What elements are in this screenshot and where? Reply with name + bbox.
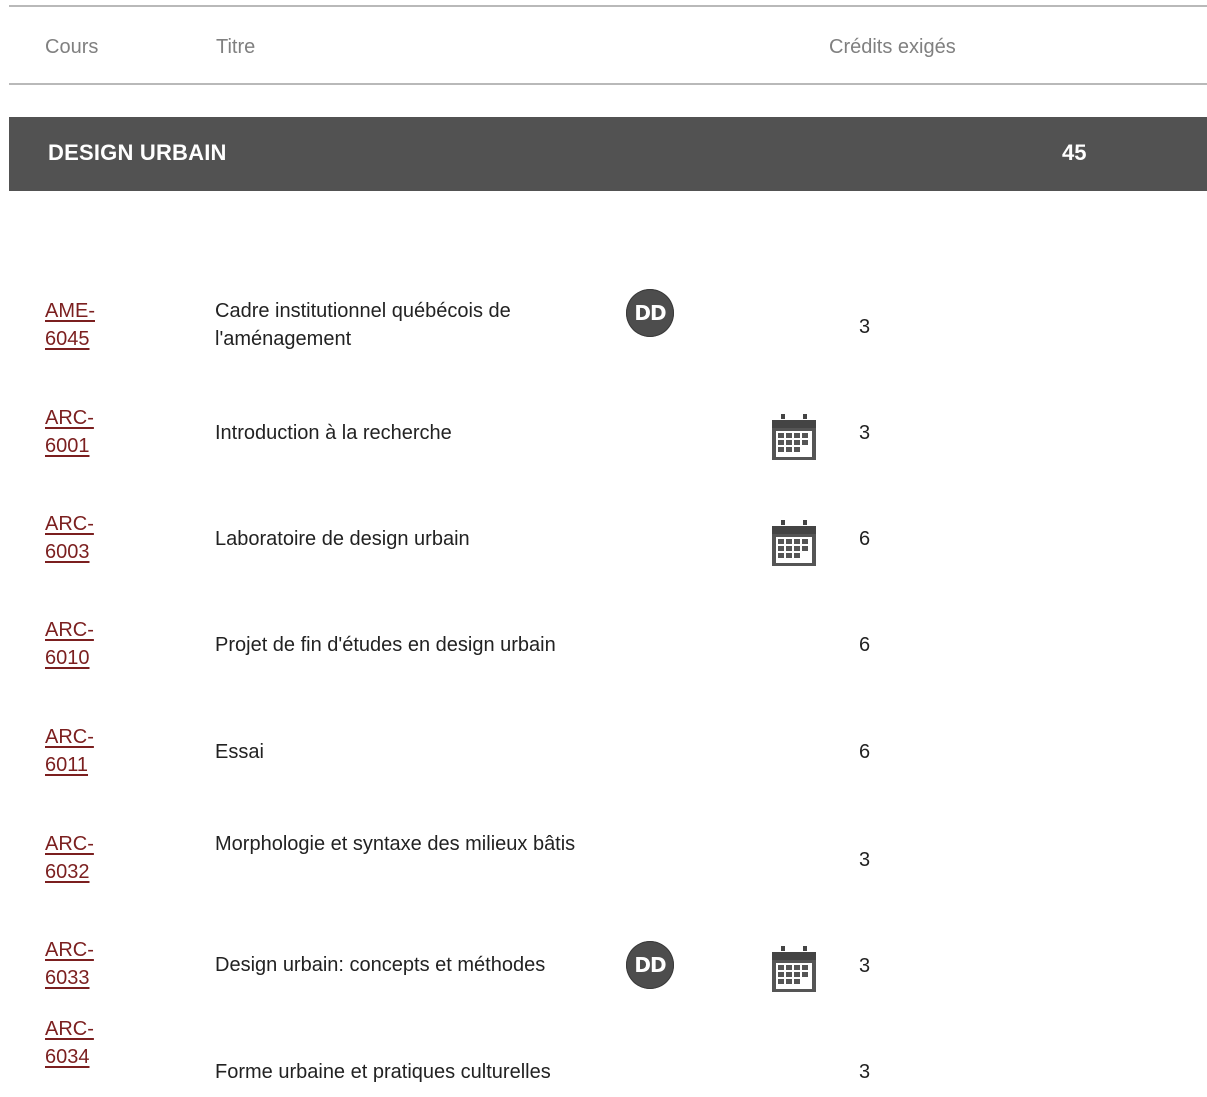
course-row: ARC- 6001 Introduction à la recherche 3 xyxy=(9,386,1207,482)
table-header: Cours Titre Crédits exigés xyxy=(9,7,1207,85)
course-code-prefix: ARC- xyxy=(45,407,94,429)
course-list-page: Cours Titre Crédits exigés DESIGN URBAIN… xyxy=(0,0,1207,1097)
course-code-link[interactable]: ARC- 6001 xyxy=(45,404,135,460)
course-code-number: 6045 xyxy=(45,328,90,350)
course-credits: 3 xyxy=(859,955,871,977)
course-row: ARC- 6011 Essai 6 xyxy=(9,705,1207,801)
course-code-number: 6011 xyxy=(45,754,89,776)
course-credits: 3 xyxy=(859,422,871,444)
section-credits: 45 xyxy=(1062,140,1087,165)
column-header-titre: Titre xyxy=(216,36,256,58)
calendar-icon[interactable] xyxy=(772,520,816,566)
course-title: Forme urbaine et pratiques culturelles xyxy=(215,1061,551,1083)
course-code-prefix: ARC- xyxy=(45,513,94,535)
column-header-credits: Crédits exigés xyxy=(829,36,956,58)
course-code-prefix: ARC- xyxy=(45,1018,94,1040)
course-code-number: 6001 xyxy=(45,435,90,457)
section-header: DESIGN URBAIN 45 xyxy=(9,117,1207,191)
course-credits: 6 xyxy=(859,634,871,656)
course-credits: 6 xyxy=(859,741,871,763)
course-row: ARC- 6010 Projet de fin d'études en desi… xyxy=(9,598,1207,694)
course-code-link[interactable]: ARC- 6034 xyxy=(45,1015,135,1071)
course-row: AME- 6045 Cadre institutionnel québécois… xyxy=(9,279,1207,375)
course-title: Introduction à la recherche xyxy=(215,422,452,444)
course-credits: 3 xyxy=(859,316,871,338)
course-code-link[interactable]: ARC- 6033 xyxy=(45,936,135,992)
calendar-icon[interactable] xyxy=(772,414,816,460)
course-row: ARC- 6032 Morphologie et syntaxe des mil… xyxy=(9,812,1207,908)
course-title: Projet de fin d'études en design urbain xyxy=(215,634,556,656)
course-credits: 3 xyxy=(859,1061,871,1083)
course-code-link[interactable]: ARC- 6010 xyxy=(45,616,135,672)
course-title: Cadre institutionnel québécois de l'amén… xyxy=(215,300,511,350)
course-title: Essai xyxy=(215,741,264,763)
course-code-number: 6032 xyxy=(45,861,90,883)
course-code-prefix: ARC- xyxy=(45,619,94,641)
course-code-prefix: ARC- xyxy=(45,939,94,961)
course-title: Design urbain: concepts et méthodes xyxy=(215,954,546,976)
course-code-number: 6010 xyxy=(45,647,90,669)
course-code-prefix: ARC- xyxy=(45,833,94,855)
course-title: Laboratoire de design urbain xyxy=(215,528,470,550)
course-code-link[interactable]: ARC- 6032 xyxy=(45,830,135,886)
course-code-link[interactable]: ARC- 6003 xyxy=(45,510,135,566)
course-row: ARC- 6034 Forme urbaine et pratiques cul… xyxy=(9,1015,1207,1097)
course-credits: 6 xyxy=(859,528,871,550)
course-code-prefix: AME- xyxy=(45,300,95,322)
course-code-number: 6033 xyxy=(45,967,90,989)
course-code-prefix: ARC- xyxy=(45,726,94,748)
calendar-icon[interactable] xyxy=(772,946,816,992)
course-row: ARC- 6033 Design urbain: concepts et mét… xyxy=(9,918,1207,1014)
course-code-number: 6034 xyxy=(45,1046,90,1068)
section-title: DESIGN URBAIN xyxy=(48,140,227,165)
course-credits: 3 xyxy=(859,849,871,871)
course-row: ARC- 6003 Laboratoire de design urbain 6 xyxy=(9,492,1207,588)
course-code-link[interactable]: ARC- 6011 xyxy=(45,723,135,779)
dd-badge-icon[interactable]: DD xyxy=(626,289,674,337)
course-title: Morphologie et syntaxe des milieux bâtis xyxy=(215,833,576,855)
course-code-number: 6003 xyxy=(45,541,90,563)
dd-badge-icon[interactable]: DD xyxy=(626,941,674,989)
course-code-link[interactable]: AME- 6045 xyxy=(45,297,135,353)
column-header-cours: Cours xyxy=(45,36,99,58)
